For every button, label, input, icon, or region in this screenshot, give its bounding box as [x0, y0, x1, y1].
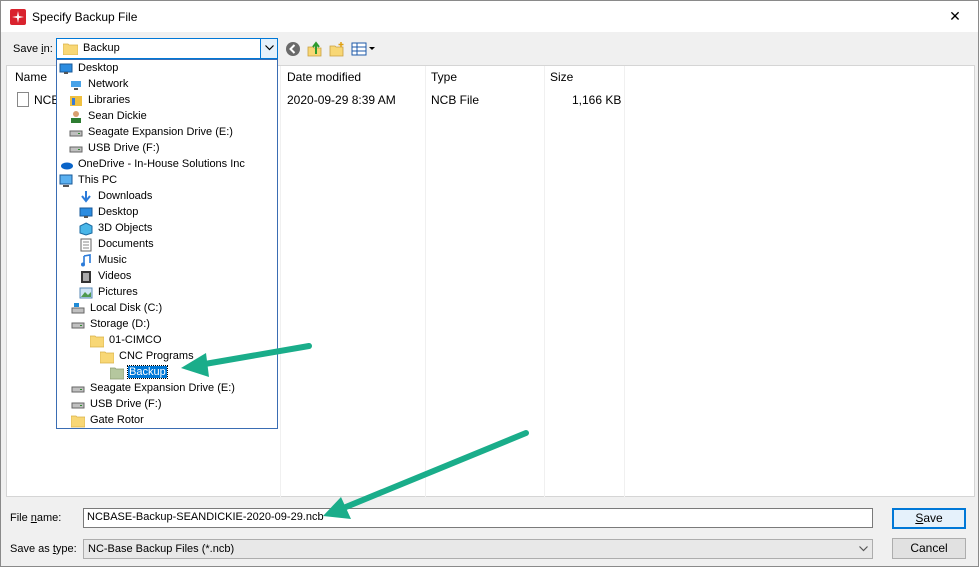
objects-3d-icon — [79, 222, 93, 236]
tree-item-label: Pictures — [98, 286, 138, 298]
back-arrow-icon — [286, 42, 300, 56]
desktop-icon — [59, 62, 73, 75]
column-header-name[interactable]: Name — [15, 70, 47, 84]
network-icon — [69, 78, 83, 91]
folder-icon — [99, 350, 115, 364]
folder-icon — [63, 43, 78, 55]
column-divider — [624, 66, 625, 498]
save-in-dropdown-button[interactable] — [260, 39, 277, 58]
save-as-type-value: NC-Base Backup Files (*.ncb) — [88, 543, 235, 555]
tree-item-label: Videos — [98, 270, 132, 282]
drive-icon — [69, 142, 83, 155]
tree-item-label: USB Drive (F:) — [90, 398, 162, 410]
file-name-input[interactable]: NCBASE-Backup-SEANDICKIE-2020-09-29.ncb — [83, 508, 873, 528]
close-button[interactable]: ✕ — [932, 1, 978, 32]
file-icon — [17, 92, 29, 107]
tree-item-label: Storage (D:) — [90, 318, 150, 330]
column-divider — [544, 66, 545, 498]
pictures-icon — [79, 286, 93, 299]
file-row-size: 1,166 KB — [572, 93, 622, 107]
save-in-combobox[interactable]: Backup — [56, 38, 278, 59]
file-row-type: NCB File — [431, 93, 480, 107]
save-as-type-label: Save as type: — [10, 543, 77, 555]
save-in-dropdown-list[interactable]: Desktop Network Libraries Sean Dickie Seagat… — [56, 59, 278, 429]
tree-item-label: Downloads — [98, 190, 153, 202]
file-name-label: File name: — [10, 512, 62, 524]
new-folder-icon — [329, 42, 344, 57]
new-folder-button[interactable] — [327, 39, 347, 59]
tree-item-label: Network — [88, 78, 129, 90]
file-row-date: 2020-09-29 8:39 AM — [287, 93, 396, 107]
tree-item-label: CNC Programs — [119, 350, 194, 362]
tree-item-label: This PC — [78, 174, 118, 186]
tree-item-label: Sean Dickie — [88, 110, 147, 122]
save-in-value: Backup — [83, 42, 120, 54]
chevron-down-icon — [859, 546, 868, 552]
column-divider — [280, 66, 281, 498]
videos-icon — [79, 270, 93, 283]
back-button[interactable] — [283, 39, 303, 59]
up-folder-icon — [307, 41, 322, 57]
save-in-label: Save in: — [13, 43, 53, 55]
window-title: Specify Backup File — [32, 10, 138, 24]
drive-icon — [69, 126, 83, 139]
tree-item-label: Seagate Expansion Drive (E:) — [90, 382, 235, 394]
tree-item-label: Desktop — [98, 206, 139, 218]
column-header-date-modified[interactable]: Date modified — [287, 70, 361, 84]
tree-item-label: USB Drive (F:) — [88, 142, 160, 154]
pc-icon — [59, 174, 73, 187]
specify-backup-file-dialog: Specify Backup File ✕ Save in: Backup Na… — [0, 0, 979, 567]
tree-item-label: Libraries — [88, 94, 131, 106]
chevron-down-icon — [265, 45, 274, 51]
folder-open-icon — [109, 366, 125, 380]
drive-icon — [71, 398, 85, 411]
folder-icon — [70, 414, 86, 428]
local-disk-icon — [71, 302, 85, 315]
libraries-icon — [69, 94, 83, 107]
drive-icon — [71, 318, 85, 331]
tree-item-label: 01-CIMCO — [109, 334, 162, 346]
downloads-icon — [79, 190, 93, 203]
up-one-level-button[interactable] — [305, 39, 325, 59]
tree-item-label: Documents — [98, 238, 154, 250]
tree-item-label: Music — [98, 254, 127, 266]
tree-item-label: Gate Rotor — [90, 414, 144, 426]
app-logo-icon — [10, 9, 26, 25]
documents-icon — [79, 238, 93, 252]
view-menu-icon — [351, 42, 375, 56]
tree-item-label: 3D Objects — [98, 222, 153, 234]
user-icon — [69, 110, 83, 123]
tree-item-label: Backup — [127, 365, 168, 379]
column-header-size[interactable]: Size — [550, 70, 573, 84]
column-header-type[interactable]: Type — [431, 70, 457, 84]
cancel-button[interactable]: Cancel — [892, 538, 966, 559]
title-bar: Specify Backup File ✕ — [1, 1, 978, 32]
save-button[interactable]: Save — [892, 508, 966, 529]
desktop-icon — [79, 206, 93, 219]
view-menu-button[interactable] — [349, 39, 379, 59]
column-divider — [425, 66, 426, 498]
tree-item-label: Seagate Expansion Drive (E:) — [88, 126, 233, 138]
tree-item-label: Desktop — [78, 62, 119, 74]
onedrive-icon — [59, 158, 73, 171]
tree-item-label: Local Disk (C:) — [90, 302, 163, 314]
folder-icon — [89, 334, 105, 348]
save-as-type-combobox[interactable]: NC-Base Backup Files (*.ncb) — [83, 539, 873, 559]
drive-icon — [71, 382, 85, 395]
tree-item-label: OneDrive - In-House Solutions Inc — [78, 158, 245, 170]
music-icon — [79, 254, 93, 267]
